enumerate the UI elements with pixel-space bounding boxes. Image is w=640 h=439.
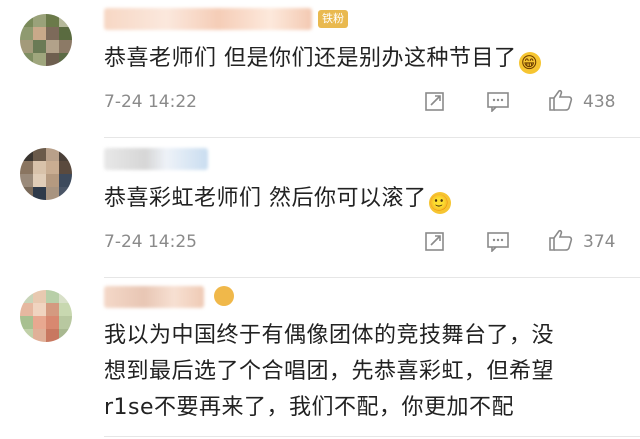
- avatar-pixel: [33, 303, 46, 316]
- avatar-pixel: [59, 14, 72, 27]
- avatar-pixel: [59, 316, 72, 329]
- avatar-pixel: [20, 187, 33, 200]
- grin-emoji-icon: 😁: [518, 52, 541, 74]
- avatar-pixel: [20, 14, 33, 27]
- avatar-pixel: [20, 40, 33, 53]
- avatar-pixel: [46, 303, 59, 316]
- username-blurred[interactable]: [104, 286, 204, 308]
- comment-text: 恭喜彩虹老师们 然后你可以滚了 🙂: [104, 182, 622, 216]
- username-blurred[interactable]: [104, 148, 208, 170]
- avatar-pixel: [59, 290, 72, 303]
- comment-icon[interactable]: [486, 90, 510, 112]
- avatar-pixel: [20, 303, 33, 316]
- avatar-pixel: [59, 148, 72, 161]
- avatar-pixel: [33, 53, 46, 66]
- vip-emoji-icon: [214, 286, 234, 306]
- avatar-pixel: [46, 329, 59, 342]
- avatar[interactable]: [20, 14, 72, 66]
- comment-time: 7-24 14:22: [104, 92, 197, 112]
- avatar-pixel: [59, 53, 72, 66]
- avatar-pixel: [46, 27, 59, 40]
- forward-icon[interactable]: [424, 90, 446, 112]
- avatar-pixel: [59, 40, 72, 53]
- comment-text-line: r1se不要再来了，我们不配，你更加不配: [104, 395, 515, 420]
- avatar-pixel: [33, 40, 46, 53]
- avatar[interactable]: [20, 290, 72, 342]
- avatar-pixel: [46, 316, 59, 329]
- avatar-pixel: [33, 161, 46, 174]
- fan-badge: 铁粉: [318, 10, 348, 28]
- avatar-pixel: [33, 27, 46, 40]
- comment-item: 铁粉 恭喜老师们 但是你们还是别办这种节目了 😁 7-24 14:22 438: [0, 0, 640, 138]
- avatar-pixel: [20, 316, 33, 329]
- avatar-pixel: [20, 329, 33, 342]
- like-count: 374: [583, 232, 616, 252]
- avatar-pixel: [20, 174, 33, 187]
- thumbs-up-icon[interactable]: [548, 228, 574, 252]
- comment-text: 我以为中国终于有偶像团体的竞技舞台了，没 想到最后选了个合唱团，先恭喜彩虹，但希…: [104, 318, 622, 426]
- comment-item: 我以为中国终于有偶像团体的竞技舞台了，没 想到最后选了个合唱团，先恭喜彩虹，但希…: [0, 278, 640, 439]
- comment-text-content: 恭喜老师们 但是你们还是别办这种节目了: [104, 46, 517, 71]
- avatar-pixel: [59, 329, 72, 342]
- smile-emoji-icon: 🙂: [428, 192, 451, 214]
- avatar-pixel: [33, 187, 46, 200]
- comment-icon[interactable]: [486, 230, 510, 252]
- avatar-pixel: [33, 174, 46, 187]
- avatar-pixel: [46, 290, 59, 303]
- forward-icon[interactable]: [424, 230, 446, 252]
- comment-text-line: 想到最后选了个合唱团，先恭喜彩虹，但希望: [104, 359, 555, 384]
- avatar-pixel: [33, 290, 46, 303]
- avatar-pixel: [20, 53, 33, 66]
- avatar-pixel: [46, 187, 59, 200]
- avatar-pixel: [59, 303, 72, 316]
- avatar-pixel: [46, 161, 59, 174]
- avatar-pixel: [33, 329, 46, 342]
- avatar-pixel: [33, 148, 46, 161]
- comment-time: 7-24 14:25: [104, 232, 197, 252]
- avatar-pixel: [59, 174, 72, 187]
- like-count: 438: [583, 92, 616, 112]
- avatar-pixel: [20, 148, 33, 161]
- avatar-pixel: [46, 174, 59, 187]
- avatar-pixel: [59, 187, 72, 200]
- avatar-pixel: [33, 316, 46, 329]
- avatar-pixel: [46, 14, 59, 27]
- comment-item: 恭喜彩虹老师们 然后你可以滚了 🙂 7-24 14:25 374: [0, 138, 640, 278]
- username-blurred[interactable]: [104, 8, 312, 30]
- avatar-pixel: [46, 40, 59, 53]
- avatar-pixel: [46, 148, 59, 161]
- comment-text: 恭喜老师们 但是你们还是别办这种节目了 😁: [104, 42, 622, 76]
- avatar-pixel: [59, 161, 72, 174]
- avatar-pixel: [20, 27, 33, 40]
- avatar-pixel: [20, 161, 33, 174]
- avatar-pixel: [33, 14, 46, 27]
- comment-text-line: 我以为中国终于有偶像团体的竞技舞台了，没: [104, 323, 555, 348]
- avatar-pixel: [59, 27, 72, 40]
- avatar-pixel: [20, 290, 33, 303]
- divider: [104, 436, 640, 437]
- avatar[interactable]: [20, 148, 72, 200]
- avatar-pixel: [46, 53, 59, 66]
- comment-text-content: 恭喜彩虹老师们 然后你可以滚了: [104, 186, 427, 211]
- thumbs-up-icon[interactable]: [548, 88, 574, 112]
